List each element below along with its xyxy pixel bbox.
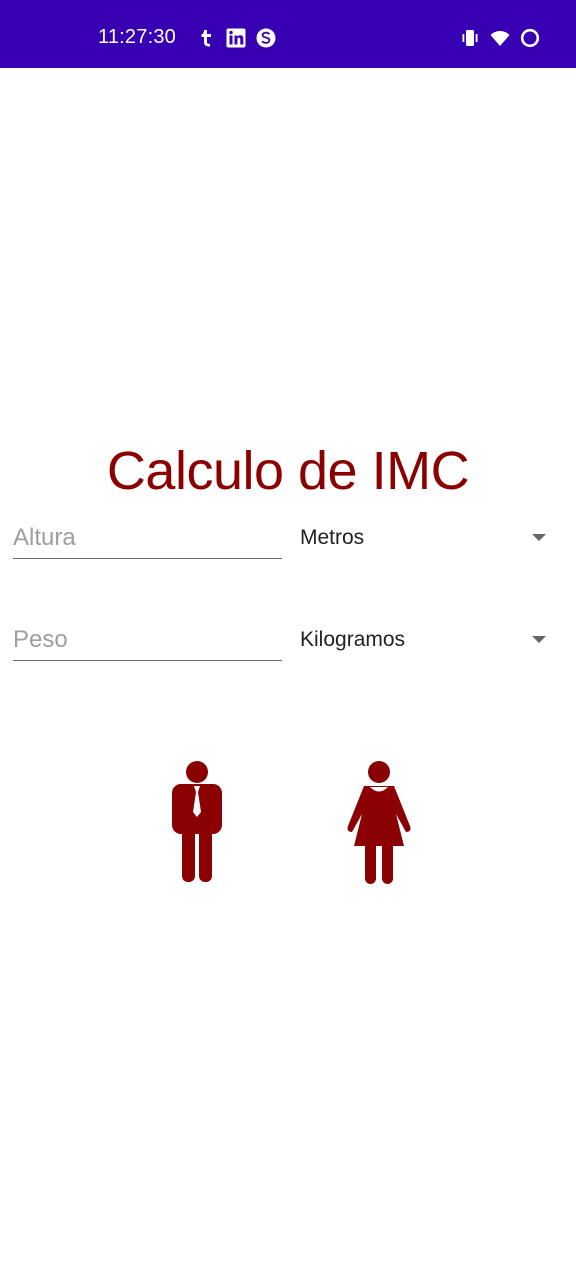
weight-unit-dropdown[interactable]: Kilogramos — [300, 620, 546, 660]
female-button[interactable] — [344, 760, 414, 886]
male-figure-icon — [172, 761, 222, 882]
male-button[interactable] — [168, 760, 226, 884]
tumblr-icon — [201, 30, 211, 47]
height-unit-label: Metros — [300, 526, 365, 549]
female-figure-icon — [347, 761, 411, 884]
weight-unit-label: Kilogramos — [300, 628, 406, 651]
height-input[interactable] — [13, 518, 282, 558]
status-time: 11:27:30 — [98, 26, 176, 48]
vibrate-icon — [462, 30, 478, 46]
wifi-icon — [490, 30, 510, 46]
linkedin-icon — [226, 28, 246, 48]
chevron-down-icon — [532, 534, 546, 541]
height-unit-dropdown[interactable]: Metros — [300, 518, 546, 558]
page-title: Calculo de IMC — [106, 441, 470, 501]
weight-input[interactable] — [13, 620, 282, 660]
chevron-down-icon — [532, 636, 546, 643]
notification-icons — [196, 28, 276, 48]
system-icons — [460, 28, 540, 48]
ring-icon — [520, 28, 540, 48]
status-bar: 11:27:30 — [0, 0, 576, 68]
height-field[interactable] — [13, 518, 282, 559]
sync-icon — [256, 28, 276, 48]
weight-field[interactable] — [13, 620, 282, 661]
